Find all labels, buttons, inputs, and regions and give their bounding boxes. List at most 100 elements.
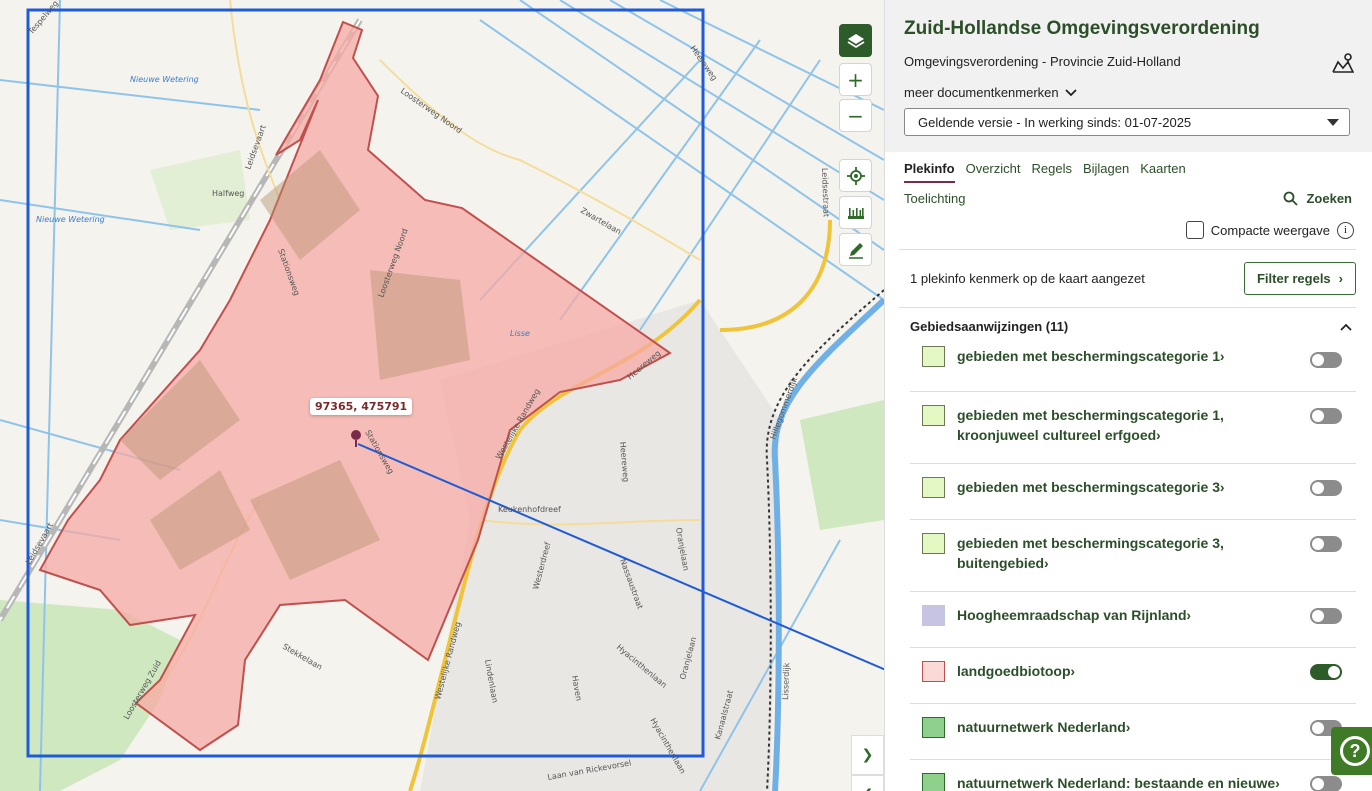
layer-item[interactable]: natuurnetwerk Nederland › — [910, 704, 1356, 760]
chevron-right-icon: › — [1182, 607, 1192, 623]
layer-toggle[interactable] — [1310, 536, 1342, 552]
chevron-right-icon: ❯ — [861, 747, 874, 763]
layer-item-label[interactable]: gebieden met beschermingscategorie 3, bu… — [957, 533, 1297, 573]
collapse-panel-button[interactable]: ❮ — [851, 775, 884, 791]
layer-toggle[interactable] — [1310, 664, 1342, 680]
pencil-icon — [848, 242, 863, 259]
legend-swatch — [922, 346, 945, 367]
panel-header: Zuid-Hollandse Omgevingsverordening Omge… — [885, 0, 1372, 152]
search-button-label: Zoeken — [1306, 191, 1352, 206]
version-select-value: Geldende versie - In werking sinds: 01-0… — [918, 114, 1192, 130]
layer-item[interactable]: gebieden met beschermingscategorie 1, kr… — [910, 392, 1356, 464]
compact-view-checkbox[interactable] — [1185, 221, 1204, 239]
street-label: Lisserdijk — [781, 662, 791, 700]
map-canvas[interactable]: Tespelweg Nieuwe Wetering Nieuwe Weterin… — [0, 0, 884, 791]
legend-swatch — [922, 533, 945, 554]
tab-toelichting[interactable]: Toelichting — [904, 191, 965, 206]
layer-toggle[interactable] — [1310, 776, 1342, 791]
canal — [771, 297, 884, 791]
section-header[interactable]: Gebiedsaanwijzingen (11) — [885, 308, 1372, 344]
compact-view-label: Compacte weergave — [1210, 222, 1330, 238]
map-view[interactable]: Tespelweg Nieuwe Wetering Nieuwe Weterin… — [0, 0, 884, 791]
layer-item[interactable]: Hoogheemraadschap van Rijnland › — [910, 592, 1356, 648]
tab-bijlagen[interactable]: Bijlagen — [1083, 161, 1129, 183]
compact-view-row: Compacte weergave i — [885, 206, 1372, 239]
filter-rules-label: Filter regels — [1256, 271, 1331, 286]
tab-kaarten[interactable]: Kaarten — [1140, 161, 1186, 183]
street-label: Halfweg — [212, 189, 244, 198]
tab-row-2: Toelichting Zoeken — [885, 183, 1372, 206]
legend-swatch — [922, 405, 945, 426]
layer-item-label[interactable]: landgoedbiotoop › — [957, 661, 1297, 681]
measure-button[interactable] — [839, 196, 872, 229]
caret-down-icon — [1327, 118, 1339, 126]
section-title: Gebiedsaanwijzingen (11) — [910, 319, 1069, 334]
document-title: Zuid-Hollandse Omgevingsverordening — [904, 18, 1260, 39]
layer-item-label[interactable]: natuurnetwerk Nederland: bestaande en ni… — [957, 773, 1297, 791]
legend-swatch — [922, 661, 945, 682]
search-icon — [1284, 191, 1299, 206]
chevron-right-icon: › — [1215, 348, 1225, 364]
layer-item[interactable]: landgoedbiotoop › — [910, 648, 1356, 704]
layer-item[interactable]: gebieden met beschermingscategorie 3, bu… — [910, 520, 1356, 592]
zoom-out-button[interactable]: − — [839, 99, 872, 132]
chevron-right-icon: › — [1271, 775, 1280, 791]
water-label: Nieuwe Wetering — [36, 215, 105, 224]
chevron-right-icon: › — [1066, 663, 1076, 679]
tab-regels[interactable]: Regels — [1031, 161, 1071, 183]
more-document-properties[interactable]: meer documentkenmerken — [904, 85, 1352, 100]
chevron-right-icon: › — [1121, 719, 1131, 735]
layer-item-label[interactable]: Hoogheemraadschap van Rijnland › — [957, 605, 1297, 625]
more-document-properties-label: meer documentkenmerken — [904, 85, 1059, 100]
layer-toggle[interactable] — [1310, 608, 1342, 624]
layer-toggle[interactable] — [1310, 408, 1342, 424]
chevron-left-icon: ❮ — [862, 787, 874, 791]
layer-item[interactable]: gebieden met beschermingscategorie 1 › — [910, 344, 1356, 392]
green-area — [800, 400, 884, 530]
map-pin-icon — [351, 430, 361, 440]
help-button[interactable]: ? — [1331, 727, 1372, 775]
layer-item[interactable]: natuurnetwerk Nederland: bestaande en ni… — [910, 760, 1356, 791]
ruler-icon — [847, 207, 864, 219]
coordinate-label: 97365, 475791 — [310, 398, 413, 415]
layer-item-label[interactable]: gebieden met beschermingscategorie 1 › — [957, 346, 1297, 366]
street-label: Tespelweg — [26, 0, 60, 37]
layer-item-label[interactable]: natuurnetwerk Nederland › — [957, 717, 1297, 737]
legend-swatch — [922, 773, 945, 791]
railway-line — [765, 289, 884, 791]
search-button[interactable]: Zoeken — [1283, 191, 1352, 206]
filter-rules-button[interactable]: Filter regels › — [1244, 262, 1356, 295]
chevron-up-icon — [1340, 323, 1352, 331]
water-label: Lisse — [510, 329, 530, 338]
layer-item[interactable]: gebieden met beschermingscategorie 3 › — [910, 464, 1356, 520]
layer-toggle[interactable] — [1310, 352, 1342, 368]
street-label: Loosterweg Noord — [399, 86, 464, 135]
map-location-icon[interactable] — [1332, 52, 1354, 74]
locate-button[interactable] — [839, 159, 872, 192]
layer-item-label[interactable]: gebieden met beschermingscategorie 1, kr… — [957, 405, 1297, 445]
chevron-right-icon: › — [1215, 479, 1225, 495]
water-label: Nieuwe Wetering — [130, 75, 199, 84]
filter-text: 1 plekinfo kenmerk op de kaart aangezet — [910, 271, 1145, 286]
layer-toggle[interactable] — [1310, 480, 1342, 496]
document-subtitle: Omgevingsverordening - Provincie Zuid-Ho… — [904, 54, 1181, 69]
layers-icon — [847, 33, 864, 48]
layer-list: gebieden met beschermingscategorie 1 › ge… — [885, 344, 1372, 791]
info-icon[interactable]: i — [1337, 221, 1354, 239]
tab-overzicht[interactable]: Overzicht — [966, 161, 1021, 183]
street-label: Keukenhofdreef — [498, 505, 561, 514]
street-label: Leidsestraat — [820, 168, 831, 217]
version-select[interactable]: Geldende versie - In werking sinds: 01-0… — [904, 108, 1350, 136]
side-panel: Zuid-Hollandse Omgevingsverordening Omge… — [884, 0, 1372, 791]
zoom-in-button[interactable]: + — [839, 63, 872, 96]
chevron-right-icon: › — [1338, 271, 1344, 286]
street-label: Stekkelaan — [281, 642, 324, 672]
expand-panel-button[interactable]: ❯ — [851, 735, 884, 775]
legend-swatch — [922, 605, 945, 626]
layers-button[interactable] — [839, 24, 872, 57]
tab-plekinfo[interactable]: Plekinfo — [904, 161, 955, 183]
street-label: Hillegommerdijk — [768, 376, 799, 441]
filter-row: 1 plekinfo kenmerk op de kaart aangezet … — [885, 250, 1372, 307]
layer-item-label[interactable]: gebieden met beschermingscategorie 3 › — [957, 477, 1297, 497]
draw-button[interactable] — [839, 233, 872, 266]
